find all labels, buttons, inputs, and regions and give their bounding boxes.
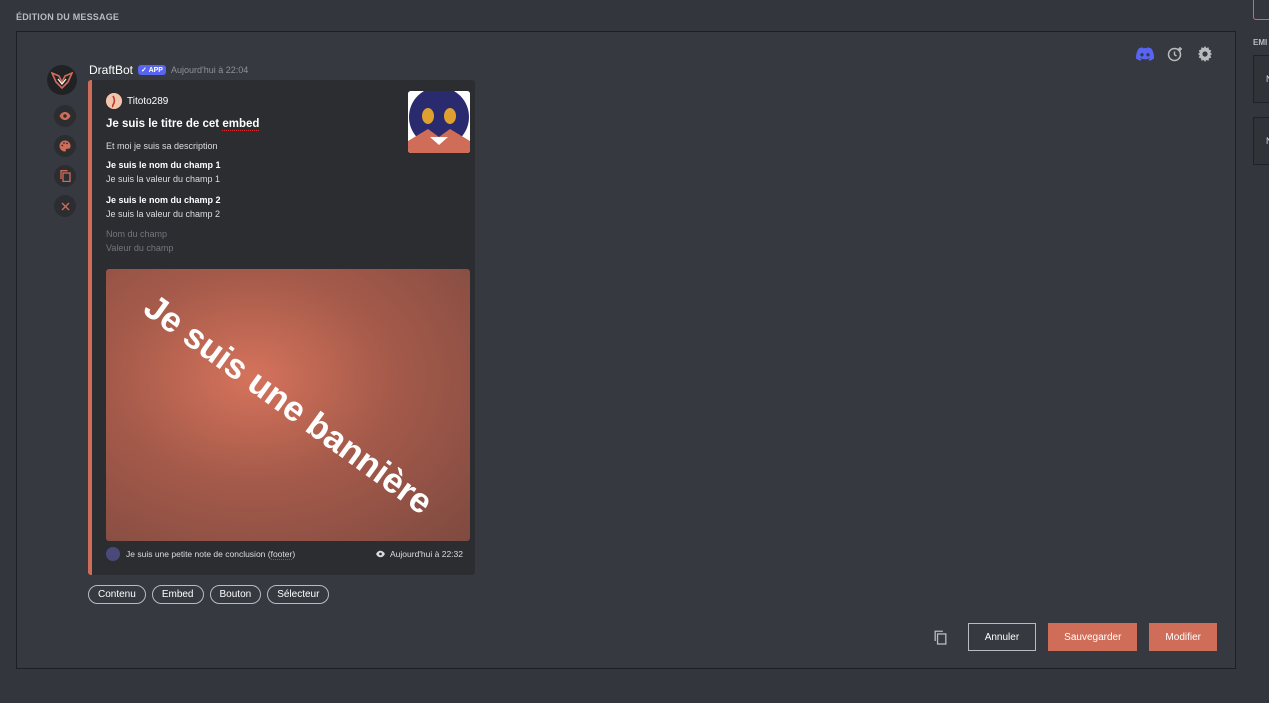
field-value: Je suis la valeur du champ 1: [106, 174, 221, 184]
field-value-placeholder: Valeur du champ: [106, 243, 174, 253]
embed-side-actions: [54, 105, 76, 217]
embed-title-text: Je suis le titre de cet: [106, 118, 223, 130]
embed-thumbnail: [408, 91, 470, 153]
embed-footer: Je suis une petite note de conclusion (f…: [106, 547, 463, 561]
embed-field-placeholder: Nom du champ Valeur du champ: [106, 229, 173, 253]
field-name: Je suis le nom du champ 1: [106, 160, 221, 170]
editor-tabs: Contenu Embed Bouton Sélecteur: [88, 585, 330, 604]
right-panel-item[interactable]: N: [1253, 117, 1269, 165]
right-panel-label: EMI: [1253, 38, 1268, 47]
eye-icon[interactable]: [54, 105, 76, 127]
author-name[interactable]: Titoto289: [127, 96, 168, 107]
footer-timestamp-group: Aujourd'hui à 22:32: [375, 549, 463, 559]
clock-plus-icon[interactable]: [1165, 44, 1185, 64]
right-panel-top-button[interactable]: [1253, 0, 1269, 20]
copy-icon[interactable]: [930, 626, 952, 648]
tab-selecteur[interactable]: Sélecteur: [267, 585, 330, 604]
bot-name[interactable]: DraftBot: [89, 63, 133, 77]
embed-banner-image: Je suis une bannière: [106, 269, 470, 541]
embed-field: Je suis le nom du champ 1 Je suis la val…: [106, 160, 221, 184]
footer-timestamp: Aujourd'hui à 22:32: [390, 549, 463, 559]
save-button[interactable]: Sauvegarder: [1048, 623, 1138, 651]
tab-embed[interactable]: Embed: [151, 585, 204, 604]
bot-avatar: [47, 65, 77, 95]
field-name-placeholder: Nom du champ: [106, 229, 168, 239]
footer-text-underlined: footer: [270, 549, 293, 560]
eye-icon: [376, 550, 385, 558]
right-panel-item[interactable]: N: [1253, 55, 1269, 103]
footer-text-suffix: ): [292, 549, 296, 559]
tab-bouton[interactable]: Bouton: [209, 585, 262, 604]
embed-title-underlined: embed: [222, 118, 260, 131]
discord-icon[interactable]: [1135, 44, 1155, 64]
author-avatar: [106, 93, 122, 109]
message-timestamp: Aujourd'hui à 22:04: [170, 65, 249, 75]
footer-text-prefix: Je suis une petite note de conclusion (: [126, 549, 271, 559]
close-icon[interactable]: [54, 195, 76, 217]
embed-field: Je suis le nom du champ 2 Je suis la val…: [106, 195, 221, 219]
field-value: Je suis la valeur du champ 2: [106, 209, 221, 219]
embed-description: Et moi je suis sa description: [106, 141, 218, 151]
app-badge: ✓ APP: [138, 65, 166, 75]
footer-text: Je suis une petite note de conclusion (f…: [126, 549, 296, 560]
section-title: ÉDITION DU MESSAGE: [16, 12, 120, 22]
embed-title[interactable]: Je suis le titre de cet embed: [106, 118, 260, 131]
field-name: Je suis le nom du champ 2: [106, 195, 221, 205]
message-header: DraftBot ✓ APP Aujourd'hui à 22:04: [89, 63, 248, 77]
gear-icon[interactable]: [1195, 44, 1215, 64]
embed-author: Titoto289: [106, 93, 168, 109]
palette-icon[interactable]: [54, 135, 76, 157]
cancel-button[interactable]: Annuler: [967, 623, 1037, 651]
message-editor: DraftBot ✓ APP Aujourd'hui à 22:04 Titot…: [16, 31, 1236, 669]
copy-icon[interactable]: [54, 165, 76, 187]
banner-text: Je suis une bannière: [136, 287, 440, 523]
footer-icon: [106, 547, 120, 561]
tab-contenu[interactable]: Contenu: [88, 585, 146, 604]
edit-button[interactable]: Modifier: [1149, 623, 1217, 651]
top-icons: [1135, 44, 1215, 64]
bottom-actions: Annuler Sauvegarder Modifier: [930, 623, 1217, 651]
embed-preview: Titoto289 Je suis le titre de cet embed …: [88, 80, 475, 575]
